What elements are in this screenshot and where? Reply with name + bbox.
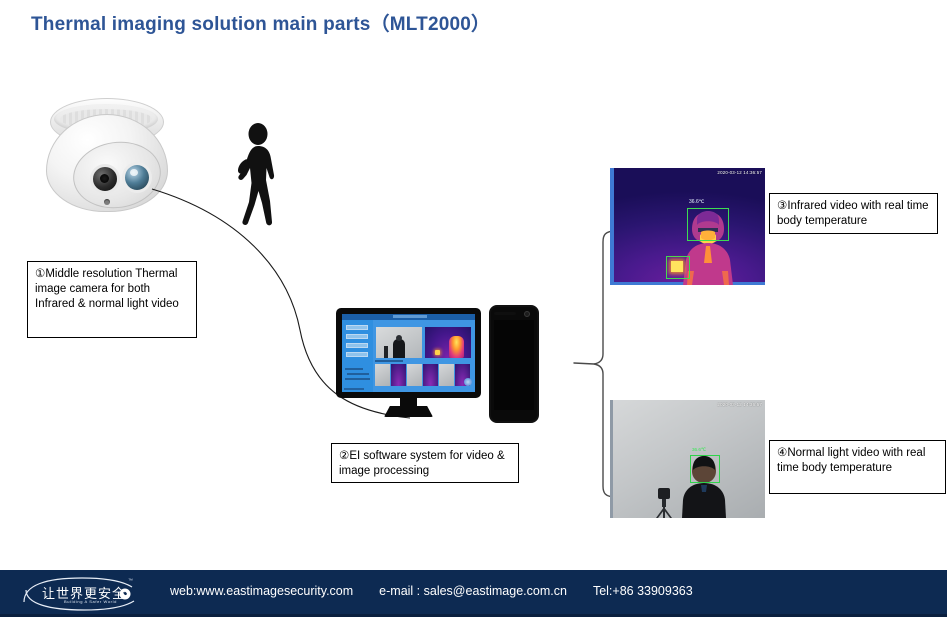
dome-turret-camera bbox=[36, 98, 176, 214]
software-sidebar-button-3[interactable] bbox=[346, 343, 368, 348]
software-pane-thermal[interactable] bbox=[425, 327, 471, 358]
callout-2-marker: ② bbox=[339, 450, 350, 462]
software-sidebar-text-3 bbox=[345, 378, 370, 380]
footer-telephone: Tel:+86 33909363 bbox=[592, 584, 693, 598]
software-corner-badge-icon bbox=[464, 378, 472, 386]
software-sidebar bbox=[342, 320, 372, 392]
phone-camera-icon bbox=[524, 311, 530, 317]
tripod-stand-icon bbox=[656, 488, 672, 518]
infrared-video-timestamp: 2020-03-12 14:36:57 bbox=[717, 170, 762, 175]
phone-speaker-icon bbox=[494, 312, 516, 315]
software-sidebar-button-4[interactable] bbox=[346, 352, 368, 357]
software-pane-visible-caption bbox=[387, 321, 388, 326]
callout-1-marker: ① bbox=[35, 268, 46, 280]
callout-4-text: Normal light video with real time body t… bbox=[777, 447, 926, 474]
software-main-area bbox=[373, 320, 475, 392]
visible-video-panel[interactable]: 36.6℃ 2020-03-12 14:36:57 bbox=[610, 400, 765, 518]
visible-video-timestamp: 2020-03-12 14:36:57 bbox=[717, 402, 762, 407]
desktop-monitor bbox=[336, 308, 481, 420]
software-sidebar-button-1[interactable] bbox=[346, 325, 368, 330]
software-pane-thermal-caption bbox=[437, 321, 438, 326]
callout-3-text: Infrared video with real time body tempe… bbox=[777, 200, 929, 227]
callout-1-text: Middle resolution Thermal image camera f… bbox=[35, 268, 179, 310]
visible-video-edge-left bbox=[610, 400, 613, 518]
footer-bar: 让世界更安全 Building A Safer World ™ web:www.… bbox=[0, 570, 947, 617]
infrared-video-panel[interactable]: 36.6℃ 2020-03-12 14:36:57 bbox=[610, 168, 765, 285]
software-pane-visible[interactable] bbox=[376, 327, 422, 358]
callout-2-text: EI software system for video & image pro… bbox=[339, 450, 505, 477]
monitor-stand-base bbox=[384, 406, 433, 417]
camera-lens-icon bbox=[90, 164, 120, 194]
phone-screen bbox=[494, 320, 534, 410]
monitor-screen bbox=[342, 314, 475, 392]
monitor-bezel bbox=[336, 308, 481, 398]
footer-website[interactable]: web:www.eastimagesecurity.com bbox=[170, 584, 353, 598]
software-sidebar-button-2[interactable] bbox=[346, 334, 368, 339]
page-title: Thermal imaging solution main parts（MLT2… bbox=[31, 14, 491, 35]
software-thumbnail-strip-label bbox=[375, 360, 403, 362]
software-thumbnail-strip bbox=[375, 364, 473, 386]
infrared-face-detection-box bbox=[687, 208, 729, 241]
callout-box-1: ①Middle resolution Thermal image camera … bbox=[27, 261, 197, 338]
callout-4-marker: ④ bbox=[777, 447, 788, 459]
logo-english-tagline: Building A Safer World bbox=[64, 599, 117, 604]
visible-face-detection-box bbox=[690, 455, 720, 483]
software-sidebar-text-1 bbox=[345, 368, 363, 370]
software-thumbnail-2[interactable] bbox=[391, 364, 406, 386]
software-thumbnail-5[interactable] bbox=[439, 364, 454, 386]
callout-3-marker: ③ bbox=[777, 200, 788, 212]
callout-box-4: ④Normal light video with real time body … bbox=[769, 440, 946, 494]
logo-trademark-symbol: ™ bbox=[128, 578, 133, 584]
software-sidebar-text-2 bbox=[347, 373, 369, 375]
software-thumbnail-1[interactable] bbox=[375, 364, 390, 386]
mobile-phone bbox=[489, 305, 539, 423]
camera-status-led-icon bbox=[104, 199, 110, 205]
callout-box-2: ②EI software system for video & image pr… bbox=[331, 443, 519, 483]
footer-contact-info: web:www.eastimagesecurity.com e-mail : sa… bbox=[170, 584, 693, 598]
software-thumbnail-3[interactable] bbox=[407, 364, 422, 386]
visible-temperature-label: 36.6℃ bbox=[692, 447, 707, 452]
infrared-temperature-label: 36.6℃ bbox=[689, 199, 705, 205]
camera-ir-illuminator-icon bbox=[122, 162, 152, 193]
callout-box-3: ③Infrared video with real time body temp… bbox=[769, 193, 938, 234]
footer-email[interactable]: e-mail : sales@eastimage.com.cn bbox=[379, 584, 567, 598]
infrared-hotspot-marker bbox=[671, 261, 683, 272]
infrared-video-edge-left bbox=[610, 168, 614, 285]
walking-person-silhouette bbox=[237, 123, 275, 226]
slide-canvas: Thermal imaging solution main parts（MLT2… bbox=[0, 0, 947, 617]
software-thumbnail-4[interactable] bbox=[423, 364, 438, 386]
company-logo: 让世界更安全 Building A Safer World ™ bbox=[20, 576, 145, 612]
software-sidebar-status bbox=[344, 388, 364, 390]
